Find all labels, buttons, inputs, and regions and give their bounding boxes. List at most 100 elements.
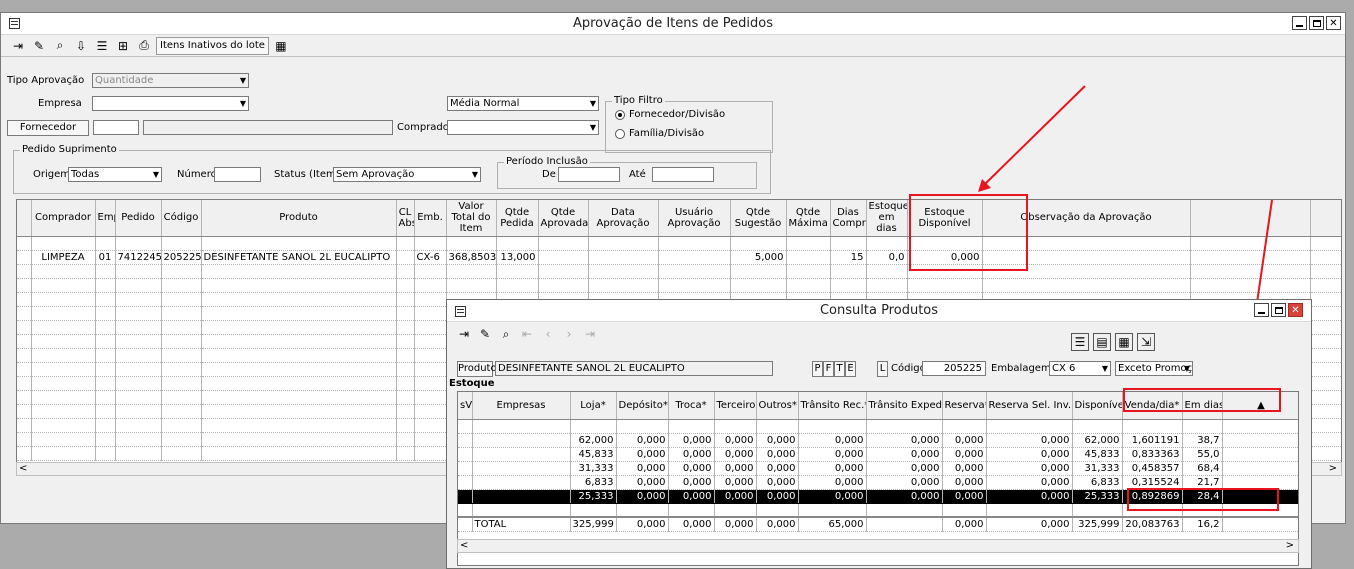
- table-cell: [472, 489, 571, 504]
- estoque-col-header[interactable]: Troca*: [668, 392, 715, 420]
- next-record-icon[interactable]: ›: [560, 325, 578, 343]
- table-cell: 0,000: [714, 461, 757, 476]
- table-cell: [942, 503, 987, 518]
- view-export-icon[interactable]: ⇲: [1137, 333, 1155, 351]
- table-cell: 0,000: [616, 447, 669, 462]
- table-row[interactable]: [458, 419, 1298, 434]
- table-cell: [756, 419, 799, 434]
- table-cell: [986, 503, 1073, 518]
- estoque-label: Estoque: [449, 378, 495, 389]
- table-cell: [668, 419, 715, 434]
- table-cell: 0,833363: [1122, 447, 1183, 462]
- table-cell: [1222, 447, 1298, 462]
- e-button[interactable]: E: [845, 361, 856, 377]
- table-cell: [458, 475, 473, 490]
- total-row: TOTAL 325,999 0,000 0,000 0,000 0,000 65,000 0,…: [458, 516, 1298, 532]
- table-cell: 0,000: [866, 461, 943, 476]
- table-cell: [1182, 419, 1223, 434]
- table-cell: [1072, 419, 1123, 434]
- total-cell: [866, 516, 943, 532]
- table-cell: 0,000: [942, 447, 987, 462]
- table-cell: 0,000: [616, 489, 669, 504]
- p-button[interactable]: P: [812, 361, 823, 377]
- table-cell: [616, 503, 669, 518]
- t-button[interactable]: T: [834, 361, 845, 377]
- estoque-col-header[interactable]: Outros*: [756, 392, 799, 420]
- table-cell: 0,000: [616, 433, 669, 448]
- total-cell: [458, 516, 473, 532]
- sub-window-menu-icon[interactable]: [455, 306, 466, 317]
- sub-search-icon[interactable]: ⌕: [497, 325, 515, 343]
- estoque-col-header[interactable]: sV: [458, 392, 473, 420]
- total-cell: 0,000: [668, 516, 715, 532]
- table-cell: [668, 503, 715, 518]
- table-cell: [458, 503, 473, 518]
- table-cell: [458, 433, 473, 448]
- estoque-col-header[interactable]: Terceiros*: [714, 392, 757, 420]
- l-button[interactable]: L: [877, 361, 888, 377]
- view-buttons: ☰ ▤ ▦ ⇲: [1071, 333, 1155, 351]
- last-record-icon[interactable]: ⇥: [581, 325, 599, 343]
- estoque-col-header[interactable]: Reserva Sel. Inv.: [986, 392, 1073, 420]
- table-row[interactable]: 62,000 0,000 0,000 0,000 0,000 0,000 0,000 0,00…: [458, 433, 1298, 448]
- sub-scroll-right-icon[interactable]: >: [1286, 540, 1294, 551]
- view-list-icon[interactable]: ☰: [1071, 333, 1089, 351]
- total-cell: 0,000: [756, 516, 799, 532]
- embalagem-label: Embalagem: [991, 363, 1051, 374]
- table-cell: 55,0: [1182, 447, 1223, 462]
- estoque-col-header[interactable]: Empresas: [472, 392, 571, 420]
- sub-scroll-left-icon[interactable]: <: [460, 540, 468, 551]
- table-cell: [942, 419, 987, 434]
- sub-toolbar: ⇥ ✎ ⌕ ⇤ ‹ › ⇥: [447, 322, 1311, 346]
- sub-edit-icon[interactable]: ✎: [476, 325, 494, 343]
- table-row[interactable]: 6,833 0,000 0,000 0,000 0,000 0,000 0,000 0,000…: [458, 475, 1298, 490]
- prev-record-icon[interactable]: ‹: [539, 325, 557, 343]
- table-cell: [458, 419, 473, 434]
- sub-exit-icon[interactable]: ⇥: [455, 325, 473, 343]
- view-detail-icon[interactable]: ▤: [1093, 333, 1111, 351]
- table-cell: 0,000: [866, 475, 943, 490]
- total-cell: 20,083763: [1122, 516, 1183, 532]
- f-button[interactable]: F: [823, 361, 834, 377]
- first-record-icon[interactable]: ⇤: [518, 325, 536, 343]
- table-cell: [472, 503, 571, 518]
- table-cell: [616, 419, 669, 434]
- table-cell: 0,000: [668, 475, 715, 490]
- produto-button[interactable]: Produto: [457, 361, 497, 377]
- produto-name-field[interactable]: DESINFETANTE SANOL 2L EUCALIPTO: [495, 361, 773, 376]
- table-cell: 0,000: [616, 475, 669, 490]
- sub-minimize-button[interactable]: [1254, 303, 1269, 317]
- estoque-col-header[interactable]: Trânsito Exped.*: [866, 392, 943, 420]
- table-cell: [570, 419, 617, 434]
- promocao-select[interactable]: Exceto Promoçãc: [1115, 361, 1193, 376]
- total-cell: 325,999: [1072, 516, 1123, 532]
- table-cell: [1222, 475, 1298, 490]
- sub-maximize-button[interactable]: [1271, 303, 1286, 317]
- table-cell: 0,000: [714, 489, 757, 504]
- table-cell: 0,000: [986, 461, 1073, 476]
- embalagem-select[interactable]: CX 6: [1049, 361, 1111, 376]
- estoque-col-header[interactable]: Disponível: [1072, 392, 1123, 420]
- total-cell: [1222, 516, 1298, 532]
- table-cell: 0,000: [714, 447, 757, 462]
- table-cell: 25,333: [570, 489, 617, 504]
- estoque-col-header[interactable]: Loja*: [570, 392, 617, 420]
- table-cell: 0,000: [668, 461, 715, 476]
- table-cell: [1072, 503, 1123, 518]
- table-row[interactable]: 45,833 0,000 0,000 0,000 0,000 0,000 0,000 0,00…: [458, 447, 1298, 462]
- total-cell: 0,000: [986, 516, 1073, 532]
- table-cell: [798, 419, 867, 434]
- total-cell: 65,000: [798, 516, 867, 532]
- codigo-input[interactable]: 205225: [922, 361, 986, 376]
- sub-close-button[interactable]: ✕: [1288, 303, 1303, 317]
- estoque-col-header[interactable]: Trânsito Rec.*: [798, 392, 867, 420]
- estoque-hscrollbar[interactable]: < >: [457, 539, 1299, 553]
- table-cell: [756, 503, 799, 518]
- table-cell: 38,7: [1182, 433, 1223, 448]
- table-row[interactable]: 31,333 0,000 0,000 0,000 0,000 0,000 0,000 0,00…: [458, 461, 1298, 476]
- estoque-col-header[interactable]: Depósito*: [616, 392, 669, 420]
- view-grid-icon[interactable]: ▦: [1115, 333, 1133, 351]
- table-cell: 31,333: [570, 461, 617, 476]
- sub-titlebar[interactable]: Consulta Produtos ✕: [447, 300, 1311, 322]
- estoque-col-header[interactable]: Reserva*: [942, 392, 987, 420]
